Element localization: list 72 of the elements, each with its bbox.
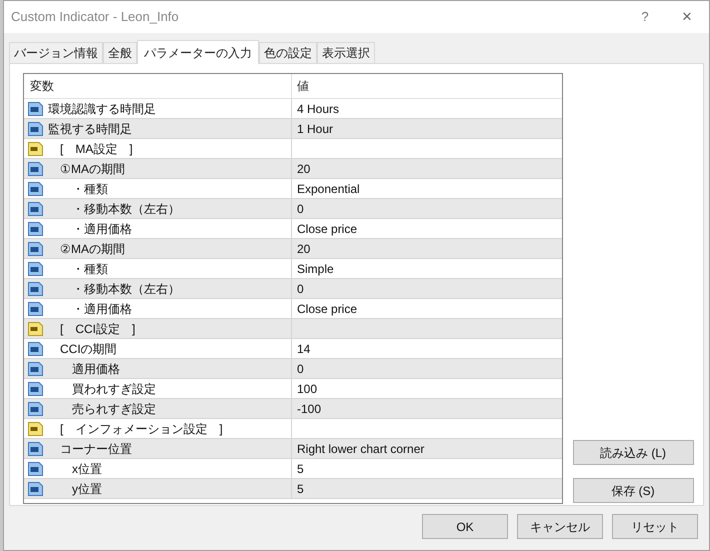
text-type-icon bbox=[28, 142, 43, 156]
column-header: 変数 bbox=[24, 74, 292, 98]
number-type-icon bbox=[28, 222, 43, 236]
text-type-icon bbox=[28, 422, 43, 436]
parameter-name: 買われすぎ設定 bbox=[71, 380, 156, 398]
window-title: Custom Indicator - Leon_Info bbox=[11, 8, 179, 26]
section-heading: [ MA設定 ] bbox=[59, 140, 133, 158]
parameter-value[interactable]: Exponential bbox=[292, 180, 360, 198]
parameter-name: 適用価格 bbox=[71, 360, 120, 378]
parameter-value[interactable]: Close price bbox=[292, 220, 358, 238]
parameter-value[interactable]: 0 bbox=[292, 200, 304, 218]
column-header: 値 bbox=[296, 78, 309, 95]
parameter-value[interactable]: -100 bbox=[292, 400, 322, 418]
parameter-name: 監視する時間足 bbox=[48, 120, 132, 138]
parameter-value[interactable]: 20 bbox=[292, 240, 310, 258]
dialog-button[interactable]: OK bbox=[422, 514, 508, 539]
side-button[interactable]: 保存 (S) bbox=[572, 478, 694, 503]
number-type-icon bbox=[28, 102, 43, 116]
parameter-name: y位置 bbox=[71, 480, 102, 498]
section-heading: [ インフォメーション設定 ] bbox=[59, 420, 223, 438]
parameter-value[interactable]: 0 bbox=[292, 280, 304, 298]
number-type-icon bbox=[28, 282, 43, 296]
parameter-name: ・種類 bbox=[71, 180, 108, 198]
parameter-value[interactable]: Close price bbox=[292, 300, 358, 318]
number-type-icon bbox=[28, 162, 43, 176]
dialog-button[interactable]: リセット bbox=[612, 514, 698, 539]
number-type-icon bbox=[28, 402, 43, 416]
tab[interactable]: 全般 bbox=[103, 42, 137, 63]
parameter-value[interactable]: 5 bbox=[292, 460, 304, 478]
help-button[interactable]: ? bbox=[630, 7, 660, 27]
parameter-name: コーナー位置 bbox=[59, 440, 132, 458]
dialog-button[interactable]: キャンセル bbox=[517, 514, 603, 539]
number-type-icon bbox=[28, 442, 43, 456]
parameter-value[interactable]: 4 Hours bbox=[292, 100, 340, 118]
number-type-icon bbox=[28, 362, 43, 376]
parameter-name: CCIの期間 bbox=[59, 340, 117, 358]
parameter-value[interactable]: 20 bbox=[292, 160, 310, 178]
number-type-icon bbox=[28, 262, 43, 276]
parameter-value[interactable]: 5 bbox=[292, 480, 304, 498]
tab[interactable]: 色の設定 bbox=[259, 42, 317, 63]
number-type-icon bbox=[28, 122, 43, 136]
parameter-name: ・移動本数（左右） bbox=[71, 280, 180, 298]
number-type-icon bbox=[28, 462, 43, 476]
parameter-value[interactable]: Right lower chart corner bbox=[292, 440, 424, 458]
tab[interactable]: 表示選択 bbox=[317, 42, 375, 63]
parameter-value[interactable]: Simple bbox=[292, 260, 334, 278]
number-type-icon bbox=[28, 382, 43, 396]
parameter-value[interactable]: 0 bbox=[292, 360, 304, 378]
section-heading: [ CCI設定 ] bbox=[59, 320, 136, 338]
parameter-name: ・適用価格 bbox=[71, 220, 132, 238]
text-type-icon bbox=[28, 322, 43, 336]
number-type-icon bbox=[28, 202, 43, 216]
tab[interactable]: バージョン情報 bbox=[9, 42, 103, 63]
side-button[interactable]: 読み込み (L) bbox=[572, 440, 694, 465]
parameter-name: ②MAの期間 bbox=[59, 240, 125, 258]
tab[interactable]: パラメーターの入力 bbox=[137, 40, 259, 64]
number-type-icon bbox=[28, 242, 43, 256]
parameter-name: ・種類 bbox=[71, 260, 108, 278]
parameter-name: ①MAの期間 bbox=[59, 160, 125, 178]
parameter-value[interactable]: 100 bbox=[292, 380, 318, 398]
parameter-value[interactable]: 14 bbox=[292, 340, 310, 358]
parameter-value[interactable]: 1 Hour bbox=[292, 120, 334, 138]
parameter-name: 環境認識する時間足 bbox=[48, 100, 156, 118]
number-type-icon bbox=[28, 302, 43, 316]
parameter-name: ・適用価格 bbox=[71, 300, 132, 318]
parameter-name: 売られすぎ設定 bbox=[71, 400, 156, 418]
parameter-name: x位置 bbox=[71, 460, 102, 478]
close-button[interactable]: × bbox=[672, 4, 702, 30]
number-type-icon bbox=[28, 482, 43, 496]
parameter-name: ・移動本数（左右） bbox=[71, 200, 180, 218]
number-type-icon bbox=[28, 182, 43, 196]
number-type-icon bbox=[28, 342, 43, 356]
